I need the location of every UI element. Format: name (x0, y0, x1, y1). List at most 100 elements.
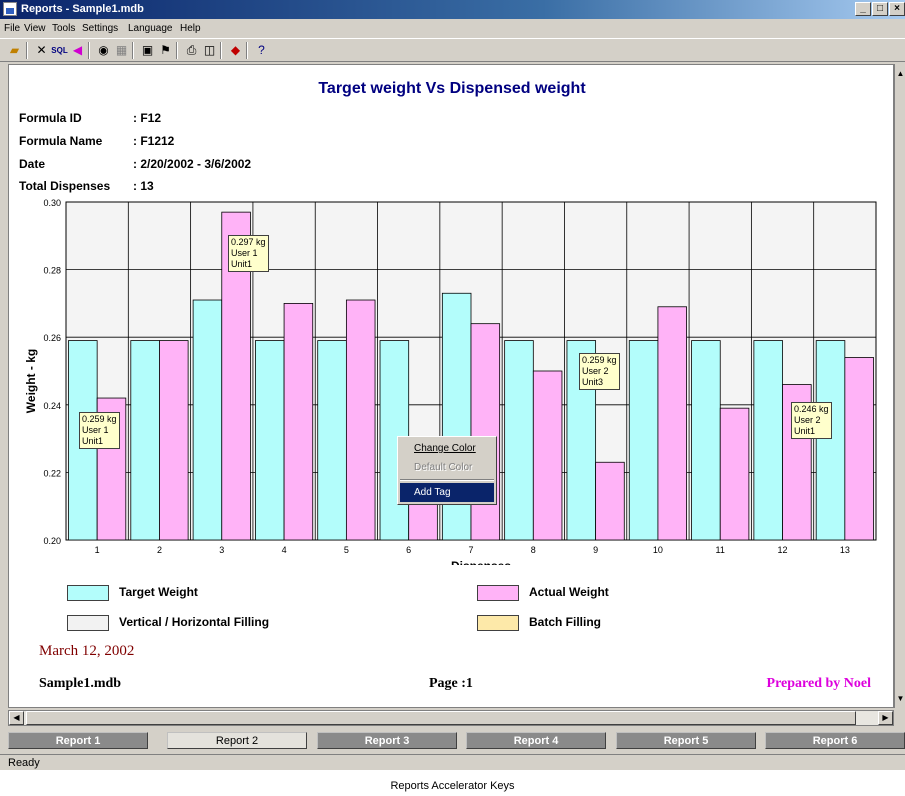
legend-swatch-batch (477, 615, 519, 631)
close-button[interactable]: × (889, 2, 905, 16)
window-title: Reports - Sample1.mdb (21, 3, 144, 15)
maximize-button[interactable]: □ (872, 2, 888, 16)
title-bar[interactable]: Reports - Sample1.mdb _ □ × (0, 0, 905, 19)
menu-change-color[interactable]: Change Color (400, 439, 494, 458)
menu-view[interactable]: View (24, 23, 46, 34)
vertical-scrollbar[interactable]: ▲ ▼ (894, 64, 905, 708)
actual-weight-bar (159, 340, 189, 541)
annotation-tag-1[interactable]: 0.259 kg User 1 Unit1 (79, 412, 120, 449)
menu-language[interactable]: Language (128, 23, 173, 34)
help-icon[interactable]: ? (253, 42, 270, 59)
report-canvas: Target weight Vs Dispensed weight Formul… (8, 64, 894, 708)
tab-report-2[interactable]: Report 2 (167, 732, 307, 749)
scroll-down-arrow[interactable]: ▼ (895, 693, 905, 704)
prepared-by: Prepared by Noel (766, 676, 871, 691)
actual-weight-bar (844, 357, 874, 541)
toolbar: ▰ ✕ SQL ◀ ◉ ▦ ▣ ⚑ ⎙ ◫ ◆ ? (0, 38, 905, 62)
menu-default-color: Default Color (414, 462, 473, 473)
actual-weight-bar (595, 461, 625, 541)
minimize-button[interactable]: _ (855, 2, 871, 16)
screenshot-caption: Reports Accelerator Keys (390, 780, 515, 792)
annotation-tag-3[interactable]: 0.297 kg User 1 Unit1 (228, 235, 269, 272)
menu-tools[interactable]: Tools (52, 23, 75, 34)
x-tick-label: 2 (157, 545, 162, 555)
app-icon (3, 2, 17, 16)
x-tick-label: 9 (593, 545, 598, 555)
y-tick-label: 0.22 (43, 468, 61, 478)
target-weight-bar (255, 340, 285, 541)
scroll-left-arrow[interactable]: ◀ (9, 711, 24, 725)
horizontal-scrollbar[interactable]: ◀ ▶ (8, 710, 894, 726)
page-number: Page :1 (429, 676, 473, 691)
menu-settings[interactable]: Settings (82, 23, 118, 34)
x-tick-label: 7 (468, 545, 473, 555)
report-tabs: Report 1 Report 2 Report 3 Report 4 Repo… (8, 732, 905, 750)
tab-report-1[interactable]: Report 1 (8, 732, 148, 749)
x-tick-label: 6 (406, 545, 411, 555)
print-preview-icon[interactable]: ◫ (201, 42, 218, 59)
target-weight-bar (192, 299, 223, 541)
context-menu: Change Color Default Color Add Tag (397, 436, 497, 505)
target-weight-bar (130, 340, 160, 541)
x-tick-label: 8 (531, 545, 536, 555)
target-weight-bar (691, 340, 721, 541)
grid-icon[interactable]: ▦ (113, 42, 130, 59)
scroll-thumb[interactable] (26, 711, 856, 725)
legend-vh-filling: Vertical / Horizontal Filling (119, 615, 270, 629)
menu-file[interactable]: File (4, 23, 20, 34)
target-weight-bar (815, 340, 846, 541)
x-tick-label: 3 (219, 545, 224, 555)
target-weight-bar (317, 340, 347, 541)
target-weight-bar (753, 340, 783, 541)
reports-window: Reports - Sample1.mdb _ □ × File View To… (0, 0, 905, 770)
y-tick-label: 0.28 (43, 266, 61, 276)
x-tick-label: 13 (840, 545, 850, 555)
x-tick-label: 12 (778, 545, 788, 555)
y-tick-label: 0.20 (43, 536, 61, 546)
y-tick-label: 0.26 (43, 333, 61, 343)
legend-target-weight: Target Weight (119, 585, 198, 599)
x-tick-label: 1 (95, 545, 100, 555)
x-tick-label: 4 (282, 545, 287, 555)
y-tick-label: 0.30 (43, 198, 61, 208)
legend-actual-weight: Actual Weight (529, 585, 609, 599)
annotation-tag-12[interactable]: 0.246 kg User 2 Unit1 (791, 402, 832, 439)
menu-add-tag[interactable]: Add Tag (400, 483, 494, 502)
tab-report-3[interactable]: Report 3 (317, 732, 457, 749)
tab-report-5[interactable]: Report 5 (616, 732, 756, 749)
report-file-name: Sample1.mdb (39, 676, 122, 691)
status-bar: Ready (0, 754, 905, 770)
menu-help[interactable]: Help (180, 23, 201, 34)
scroll-up-arrow[interactable]: ▲ (895, 68, 905, 79)
target-weight-bar (628, 340, 659, 541)
x-tick-label: 5 (344, 545, 349, 555)
refresh-icon[interactable]: ◉ (95, 42, 112, 59)
sql-icon[interactable]: SQL (51, 42, 68, 59)
report-date: March 12, 2002 (39, 643, 135, 659)
annotation-tag-9[interactable]: 0.259 kg User 2 Unit3 (579, 353, 620, 390)
tools-icon[interactable]: ✕ (33, 42, 50, 59)
x-axis-label: Dispenses (451, 559, 511, 565)
open-folder-icon[interactable]: ▰ (6, 42, 23, 59)
actual-weight-bar (283, 302, 314, 541)
y-tick-label: 0.24 (43, 401, 61, 411)
export-icon[interactable]: ◆ (227, 42, 244, 59)
legend-batch-filling: Batch Filling (529, 615, 601, 629)
scroll-right-arrow[interactable]: ▶ (878, 711, 893, 725)
back-arrow-icon[interactable]: ◀ (69, 42, 86, 59)
actual-weight-bar (470, 323, 501, 541)
tab-report-4[interactable]: Report 4 (466, 732, 606, 749)
x-tick-label: 10 (653, 545, 663, 555)
actual-weight-bar (719, 407, 750, 541)
edit-icon[interactable]: ▣ (139, 42, 156, 59)
actual-weight-bar (657, 306, 687, 541)
find-icon[interactable]: ⚑ (157, 42, 174, 59)
legend-swatch-target (67, 585, 109, 601)
x-tick-label: 11 (716, 545, 725, 555)
menu-bar: File View Tools Settings Language Help (0, 20, 905, 38)
legend-swatch-filling (67, 615, 109, 631)
tab-report-6[interactable]: Report 6 (765, 732, 905, 749)
legend-swatch-actual (477, 585, 519, 601)
target-weight-bar (504, 340, 534, 541)
print-icon[interactable]: ⎙ (183, 42, 200, 59)
